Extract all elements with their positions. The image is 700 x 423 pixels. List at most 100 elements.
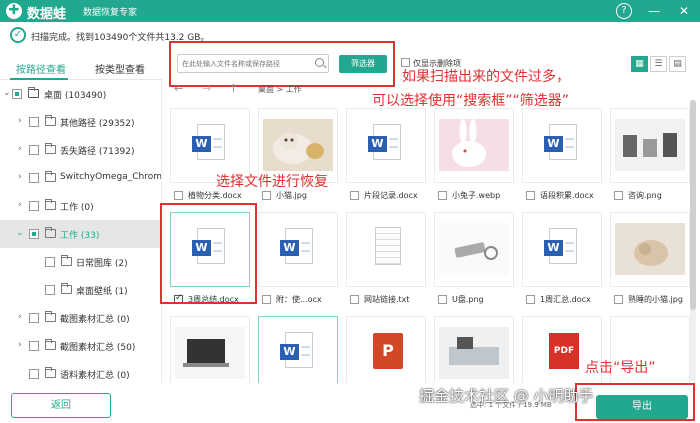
file-thumbnail[interactable] [610,108,690,183]
chevron-right-icon[interactable]: › [18,117,26,126]
search-input[interactable] [178,55,308,72]
word-doc-icon: W [544,228,577,264]
chevron-right-icon[interactable]: › [18,201,26,210]
file-checkbox[interactable] [262,295,271,304]
file-checkbox[interactable] [526,191,535,200]
folder-icon [45,115,56,126]
tree-item-daily-gallery[interactable]: 日常图库 (2) [0,248,161,276]
tree-item-label: 工作 (33) [60,231,100,241]
tree-item-desktop[interactable]: ⌄ 桌面 (103490) [0,80,161,108]
folder-tree: ⌄ 桌面 (103490) › 其他路径 (29352) › 丢失路径 (713… [0,80,162,383]
file-thumbnail[interactable] [610,212,690,287]
tree-item-label: 桌面壁纸 (1) [76,287,128,297]
chevron-down-icon[interactable]: ⌄ [16,229,24,238]
file-card[interactable]: U盘.png [430,208,518,308]
tree-item-corpus-summary[interactable]: 语料素材汇总 (0) [0,360,161,383]
list-view-icon[interactable]: ☰ [650,56,667,72]
up-arrow-icon[interactable]: ↑ [229,82,238,95]
tree-checkbox[interactable] [29,341,39,351]
file-thumbnail[interactable] [346,212,426,287]
scrollbar[interactable] [690,100,696,380]
select-highlight-box [160,203,257,304]
scrollbar-thumb[interactable] [690,100,696,310]
file-card[interactable] [430,312,518,383]
minimize-button[interactable]: — [646,3,662,19]
file-card[interactable]: W [254,312,342,383]
annotation-search-tip-2: 可以选择使用“搜索框”“筛选器” [372,93,570,109]
chevron-right-icon[interactable]: › [18,313,26,322]
word-logo-icon: W [368,136,387,152]
tree-item-lost-paths[interactable]: › 丢失路径 (71392) [0,136,161,164]
word-doc-icon: W [280,228,313,264]
tree-item-screenshot-summary[interactable]: › 截图素材汇总 (50) [0,332,161,360]
file-thumbnail[interactable] [170,316,250,383]
tree-item-other-paths[interactable]: › 其他路径 (29352) [0,108,161,136]
file-card[interactable] [166,312,254,383]
file-thumbnail[interactable]: W [258,212,338,287]
detail-view-icon[interactable]: ▤ [669,56,686,72]
desk-photo-icon [439,327,509,379]
check-circle-icon: ✓ [10,27,26,43]
chevron-down-icon[interactable]: ⌄ [3,89,11,98]
file-thumbnail[interactable] [434,108,514,183]
file-checkbox[interactable] [438,295,447,304]
file-card[interactable]: W 1周汇总.docx [518,208,606,308]
chevron-right-icon[interactable]: › [18,341,26,350]
forward-arrow-icon[interactable]: → [202,82,211,95]
file-thumbnail[interactable]: P [346,316,426,383]
tree-checkbox[interactable] [29,229,39,239]
file-thumbnail[interactable]: W [346,108,426,183]
file-thumbnail[interactable]: W [522,108,602,183]
close-button[interactable]: ✕ [676,3,692,19]
tree-item-work[interactable]: ⌄ 工作 (33) [0,220,161,248]
help-icon[interactable]: ? [616,3,632,19]
tree-item-screenshot-summary-empty[interactable]: › 截图素材汇总 (0) [0,304,161,332]
file-card[interactable]: 咨询.png [606,104,694,204]
file-name: 小兔子.webp [452,191,501,200]
tree-item-wallpapers[interactable]: 桌面壁纸 (1) [0,276,161,304]
grid-view-icon[interactable]: ▦ [631,56,648,72]
filter-button[interactable]: 筛选器 [339,55,387,73]
tree-item-label: 截图素材汇总 (50) [60,343,136,353]
tree-checkbox[interactable] [29,145,39,155]
back-button[interactable]: 返回 [11,393,111,418]
tree-item-work-empty[interactable]: › 工作 (0) [0,192,161,220]
file-checkbox[interactable] [350,191,359,200]
tree-item-switchyomega[interactable]: › SwitchyOmega_Chromium [0,164,161,192]
file-card[interactable]: P [342,312,430,383]
tree-checkbox[interactable] [29,201,39,211]
tree-checkbox[interactable] [29,313,39,323]
export-button[interactable]: 导出 [596,395,688,419]
chevron-right-icon[interactable]: › [18,173,26,182]
file-checkbox[interactable] [350,295,359,304]
search-icon[interactable] [315,58,324,67]
file-thumbnail[interactable] [434,212,514,287]
file-thumbnail[interactable]: W [258,316,338,383]
tree-checkbox[interactable] [29,369,39,379]
file-thumbnail[interactable]: W [522,212,602,287]
tab-by-path[interactable]: 按路径查看 [16,61,66,76]
file-card[interactable]: 网站链接.txt [342,208,430,308]
file-checkbox[interactable] [614,295,623,304]
file-card[interactable]: W 附：使...ocx [254,208,342,308]
file-name: 附：使...ocx [276,295,322,304]
file-checkbox[interactable] [262,191,271,200]
file-checkbox[interactable] [526,295,535,304]
file-card[interactable]: 小兔子.webp [430,104,518,204]
file-thumbnail[interactable] [434,316,514,383]
tree-checkbox[interactable] [45,285,55,295]
tree-checkbox[interactable] [12,89,22,99]
file-checkbox[interactable] [614,191,623,200]
file-card[interactable]: W 语段积累.docx [518,104,606,204]
file-card[interactable]: W 片段记录.docx [342,104,430,204]
tab-by-type[interactable]: 按类型查看 [95,61,145,76]
annotation-select-tip: 选择文件进行恢复 [216,174,328,190]
back-arrow-icon[interactable]: ← [174,82,183,95]
file-checkbox[interactable] [438,191,447,200]
chevron-right-icon[interactable]: › [18,145,26,154]
file-card[interactable]: 熟睡的小猫.jpg [606,208,694,308]
tree-checkbox[interactable] [45,257,55,267]
file-checkbox[interactable] [174,191,183,200]
tree-checkbox[interactable] [29,173,39,183]
tree-checkbox[interactable] [29,117,39,127]
